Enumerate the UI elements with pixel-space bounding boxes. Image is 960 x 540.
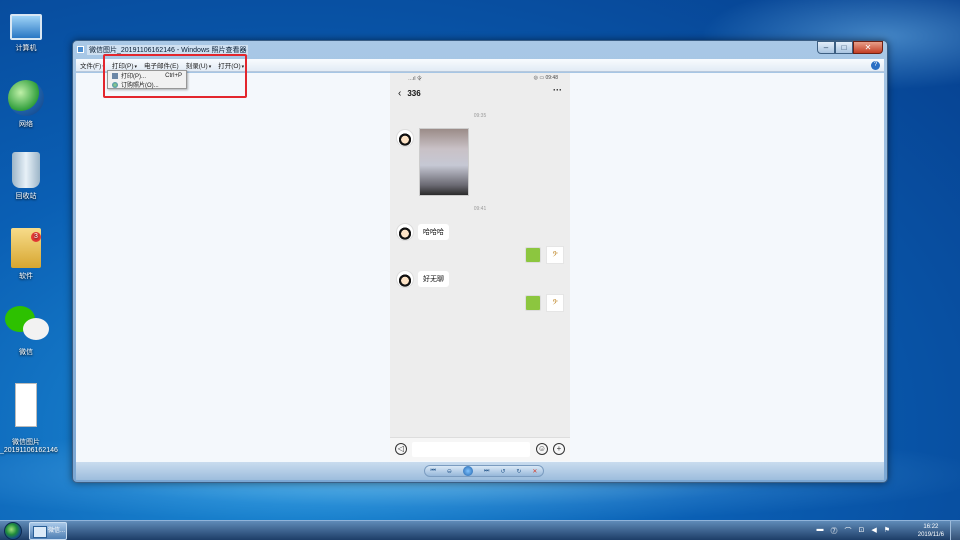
tray-expand-icon[interactable]: ⌒ — [844, 526, 851, 536]
more-icon: ··· — [553, 85, 562, 95]
show-desktop-button[interactable] — [950, 521, 960, 540]
desktop-icon-label: 软件 — [19, 273, 33, 280]
desktop-icon-label: 回收站 — [15, 193, 37, 200]
clock-date: 2019/11/6 — [917, 532, 944, 538]
contact-avatar — [396, 270, 414, 288]
tray-keyboard-icon[interactable]: ▬ — [816, 526, 823, 536]
phone-status-bar: …ıl 令 ◎ ▭ 09:48 — [408, 75, 558, 82]
previous-icon[interactable]: ⏮ — [431, 468, 436, 475]
desktop-icon-image-file[interactable]: 微信图片 _20191106162146 — [0, 376, 58, 461]
menu-file[interactable]: 文件(F)▾ — [80, 60, 105, 70]
tray-network-icon[interactable]: ⊡ — [858, 526, 864, 536]
desktop-icon-recycle-bin[interactable]: 回收站 — [0, 152, 52, 201]
taskbar-clock[interactable]: 16:22 2019/11/6 — [918, 523, 944, 539]
notification-badge: 3 — [31, 232, 41, 242]
folder-icon: 3 — [11, 228, 41, 268]
contact-avatar — [396, 129, 414, 147]
sticker-message: 𝄢 — [546, 246, 564, 264]
next-icon[interactable]: ⏭ — [484, 468, 489, 475]
back-arrow-icon: ‹ — [398, 87, 402, 99]
computer-icon — [10, 14, 42, 40]
emoji-icon: ☺ — [536, 443, 548, 455]
displayed-image: …ıl 令 ◎ ▭ 09:48 ‹ 336 ··· 09:35 09:41 ◁ … — [390, 73, 570, 461]
chat-input-bar: ◁ ☺ + — [390, 437, 570, 461]
rotate-left-icon[interactable]: ↺ — [500, 468, 505, 475]
navigation-controls: ⏮ ⊖ ⏭ ↺ ↻ ✕ — [424, 465, 544, 477]
rotate-right-icon[interactable]: ↻ — [516, 468, 521, 475]
voice-icon: ◁ — [395, 443, 407, 455]
zoom-icon[interactable]: ⊖ — [447, 468, 452, 475]
desktop-icon-computer[interactable]: 计算机 — [0, 8, 52, 53]
message-bubble: 哈哈哈 — [418, 224, 449, 240]
tray-volume-icon[interactable]: ◀ — [871, 526, 876, 536]
recycle-bin-icon — [12, 152, 40, 188]
delete-icon[interactable]: ✕ — [532, 468, 537, 475]
wechat-icon — [3, 304, 49, 344]
navigation-bar: ⏮ ⊖ ⏭ ↺ ↻ ✕ — [76, 462, 884, 480]
chat-header: ‹ 336 ··· — [390, 83, 570, 103]
minimize-button[interactable]: – — [817, 41, 835, 54]
desktop-icon-label: 微信 — [19, 349, 33, 356]
chat-timestamp: 09:35 — [473, 113, 487, 119]
sticker-message: 𝄢 — [546, 294, 564, 312]
image-file-icon — [15, 383, 37, 427]
start-button[interactable] — [4, 522, 22, 540]
help-icon[interactable]: ? — [871, 61, 880, 70]
desktop-icon-label: 网络 — [19, 121, 33, 128]
photo-viewer-icon — [77, 46, 84, 53]
slideshow-play-icon[interactable] — [462, 466, 473, 476]
network-globe-icon — [8, 80, 44, 116]
tray-help-icon[interactable]: ⓻ — [830, 526, 837, 536]
plus-icon: + — [553, 443, 565, 455]
desktop-icon-label: 计算机 — [15, 45, 37, 52]
desktop-icon-wechat[interactable]: 微信 — [0, 304, 52, 357]
maximize-button[interactable]: □ — [835, 41, 853, 54]
taskbar-app-photo-viewer[interactable]: 微信... — [29, 522, 67, 540]
clock-time: 16:22 — [923, 524, 939, 530]
desktop-icon-network[interactable]: 网络 — [0, 80, 52, 129]
message-bubble: 好无聊 — [418, 271, 449, 287]
system-tray: ▬ ⓻ ⌒ ⊡ ◀ ⚑ — [809, 526, 890, 536]
taskbar: 微信... ▬ ⓻ ⌒ ⊡ ◀ ⚑ 16:22 2019/11/6 — [0, 520, 960, 540]
contact-avatar — [396, 223, 414, 241]
chat-timestamp: 09:41 — [473, 206, 487, 212]
tray-flag-icon[interactable]: ⚑ — [884, 526, 890, 536]
desktop-icon-label: 微信图片 _20191106162146 — [0, 439, 58, 454]
self-avatar — [525, 247, 541, 263]
close-button[interactable]: ✕ — [853, 41, 883, 54]
chat-title: 336 — [407, 88, 421, 98]
desktop-icon-software[interactable]: 3 软件 — [0, 228, 52, 281]
annotation-highlight-box — [103, 54, 247, 98]
chat-photo-message — [419, 128, 469, 196]
window-title: 微信图片_20191106162146 - Windows 照片查看器 — [87, 44, 249, 55]
self-avatar — [525, 295, 541, 311]
chat-input-field — [412, 442, 530, 457]
